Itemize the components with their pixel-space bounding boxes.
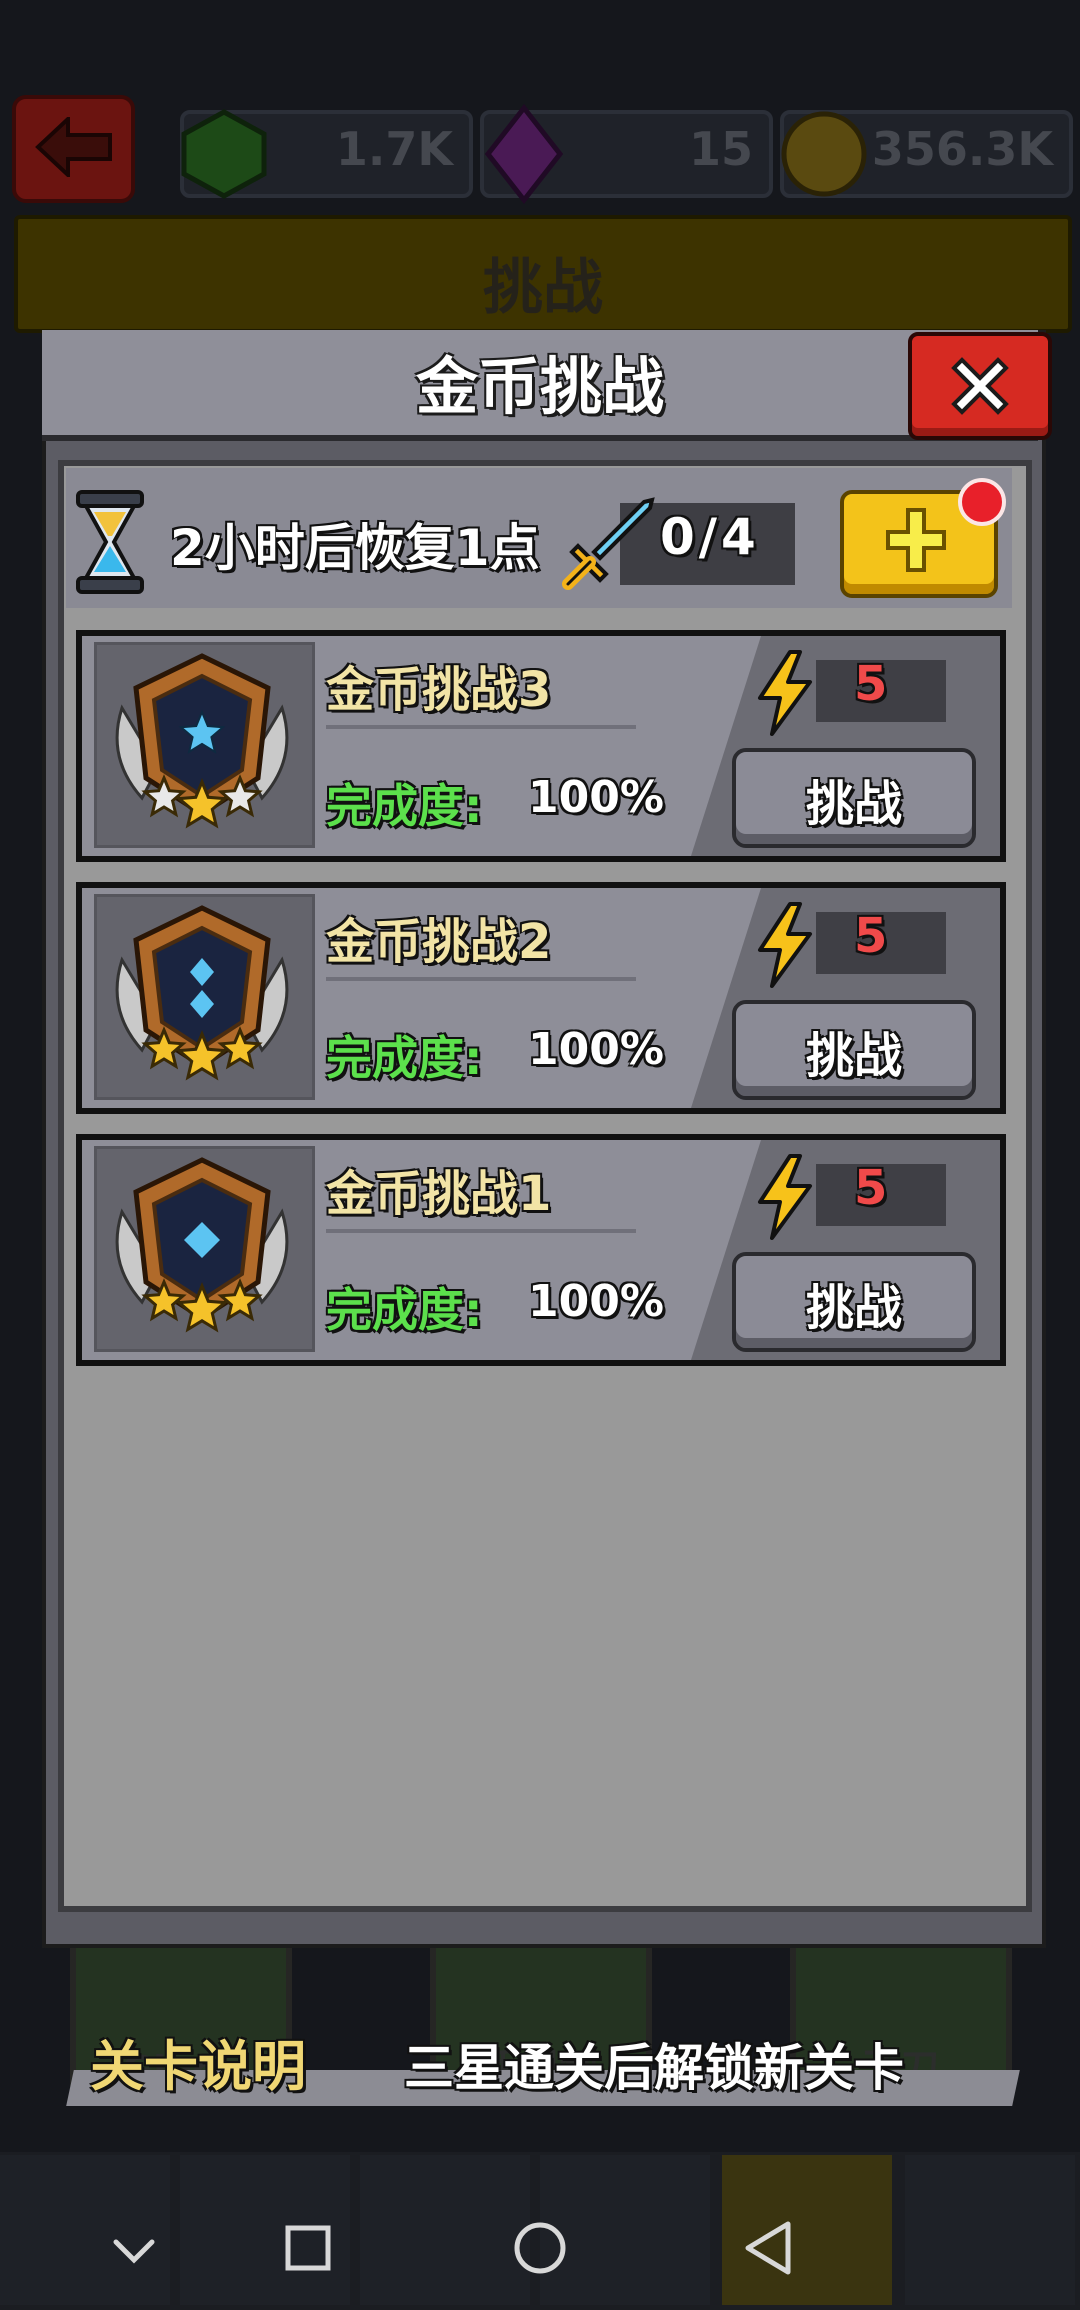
purple-gem-value: 15 — [688, 122, 753, 176]
challenge-button-label: 挑战 — [805, 1028, 902, 1084]
progress-value: 100% — [528, 1024, 664, 1075]
nav-back-icon[interactable] — [745, 2221, 791, 2275]
lightning-icon — [758, 1154, 812, 1240]
energy-cost-value: 5 — [854, 656, 888, 712]
gold-coin-icon — [781, 111, 867, 197]
plus-icon — [886, 508, 946, 572]
system-navigation-bar — [113, 2221, 791, 2275]
lightning-icon — [758, 650, 812, 736]
gold-coin-counter: 356.3K — [780, 110, 1073, 198]
back-button[interactable] — [12, 95, 135, 203]
winged-shield-icon — [115, 905, 289, 1081]
challenge-button-label: 挑战 — [805, 776, 902, 832]
challenge-row: 金币挑战2 完成度: 100% 5 挑战 — [76, 882, 1006, 1114]
background-page-title: 挑战 — [483, 253, 603, 323]
challenge-row: 金币挑战3 完成度: 100% 5 挑战 — [76, 630, 1006, 862]
lightning-icon — [758, 902, 812, 988]
challenge-name: 金币挑战2 — [326, 914, 552, 970]
green-gem-value: 1.7K — [335, 122, 453, 176]
purple-gem-counter: 15 — [480, 104, 773, 204]
winged-shield-icon — [115, 653, 289, 829]
progress-value: 100% — [528, 1276, 664, 1327]
challenge-name: 金币挑战3 — [326, 662, 552, 718]
challenge-row: 金币挑战1 完成度: 100% 5 挑战 — [76, 1134, 1006, 1366]
challenge-button[interactable]: 挑战 — [732, 748, 976, 848]
progress-label: 完成度: — [326, 779, 483, 833]
row-divider — [326, 725, 636, 729]
green-gem-icon — [181, 109, 267, 199]
nav-recents-icon[interactable] — [285, 2225, 331, 2271]
purple-gem-icon — [484, 104, 564, 204]
row-divider — [326, 1229, 636, 1233]
progress-label: 完成度: — [326, 1031, 483, 1085]
challenge-name: 金币挑战1 — [326, 1166, 552, 1222]
challenge-button[interactable]: 挑战 — [732, 1252, 976, 1352]
dialog-title: 金币挑战 — [415, 350, 664, 423]
gold-coin-value: 356.3K — [871, 122, 1053, 176]
hourglass-icon — [76, 490, 144, 594]
close-icon — [951, 357, 1009, 415]
progress-label: 完成度: — [326, 1283, 483, 1337]
energy-cost-value: 5 — [854, 1160, 888, 1216]
challenge-button[interactable]: 挑战 — [732, 1000, 976, 1100]
winged-shield-icon — [115, 1157, 289, 1333]
nav-home-icon[interactable] — [514, 2222, 566, 2274]
energy-cost-value: 5 — [854, 908, 888, 964]
recovery-text: 2小时后恢复1点 — [170, 519, 540, 577]
challenge-button-label: 挑战 — [805, 1280, 902, 1336]
attempts-count: 0/4 — [660, 508, 760, 566]
close-button[interactable] — [908, 332, 1052, 440]
notification-dot — [958, 478, 1006, 526]
nav-hide-keyboard-icon[interactable] — [113, 2239, 155, 2264]
green-gem-counter: 1.7K — [180, 109, 473, 199]
level-info-label: 关卡说明 — [90, 2035, 306, 2098]
level-info-text: 三星通关后解锁新关卡 — [404, 2039, 904, 2097]
back-arrow-icon — [35, 117, 112, 177]
sword-icon — [562, 497, 655, 590]
progress-value: 100% — [528, 772, 664, 823]
background-title-bar: 挑战 — [14, 215, 1072, 333]
row-divider — [326, 977, 636, 981]
